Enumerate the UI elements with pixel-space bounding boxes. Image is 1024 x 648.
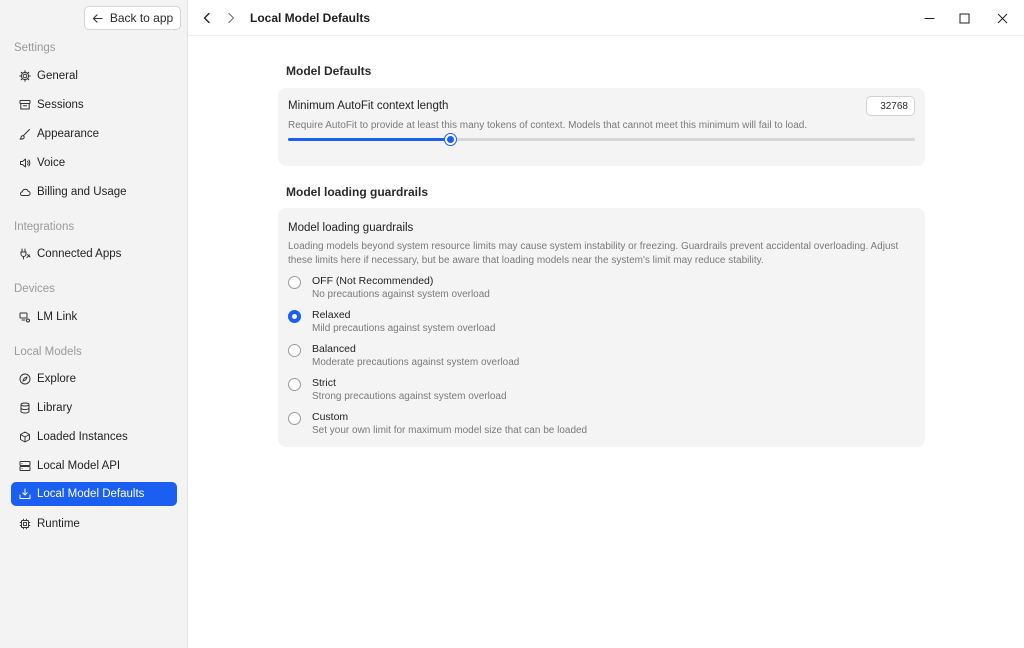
slider-thumb[interactable]	[445, 134, 457, 145]
minimize-icon	[924, 17, 934, 19]
guardrails-description-line2: these limits here if necessary, but be a…	[288, 255, 764, 266]
autofit-context-input[interactable]	[866, 96, 915, 116]
cube-icon	[20, 431, 30, 443]
sidebar-item-billing[interactable]: Billing and Usage	[11, 180, 177, 204]
compass-icon	[19, 373, 31, 385]
autofit-title: Minimum AutoFit context length	[288, 100, 449, 112]
close-icon	[997, 13, 1007, 23]
sidebar-item-sessions[interactable]: Sessions	[11, 93, 177, 117]
chevron-right-icon	[228, 12, 235, 24]
radio-description: No precautions against system overload	[312, 289, 490, 300]
sidebar-item-label: General	[37, 70, 78, 82]
radio-button[interactable]	[288, 344, 301, 357]
sidebar-item-appearance[interactable]: Appearance	[11, 122, 177, 146]
sidebar-item-label: Appearance	[37, 128, 100, 140]
tray-download-icon	[19, 488, 31, 499]
guardrails-card: Model loading guardrails Loading models …	[278, 208, 925, 447]
sidebar-item-label: Connected Apps	[37, 248, 122, 260]
radio-button[interactable]	[288, 412, 301, 425]
sidebar-item-runtime[interactable]: Runtime	[11, 512, 177, 536]
sidebar-item-label: Loaded Instances	[37, 431, 128, 443]
back-to-app-label: Back to app	[109, 11, 174, 25]
sidebar-item-label: Local Model Defaults	[37, 488, 145, 500]
guardrails-description-line1: Loading models beyond system resource li…	[288, 241, 899, 252]
sidebar-item-explore[interactable]: Explore	[11, 367, 177, 391]
title-bar: Local Model Defaults	[188, 0, 1024, 36]
sidebar-item-loaded-instances[interactable]: Loaded Instances	[11, 425, 177, 449]
sidebar-item-label: Explore	[37, 373, 76, 385]
brush-icon	[19, 129, 30, 140]
radio-strict[interactable]: Strict Strong precautions against system…	[286, 376, 906, 406]
autofit-description: Require AutoFit to provide at least this…	[288, 120, 808, 131]
radio-label: Custom	[312, 411, 349, 423]
plug-icon	[20, 248, 31, 260]
maximize-button[interactable]	[949, 6, 979, 30]
devices-link-icon	[19, 312, 31, 323]
radio-description: Moderate precautions against system over…	[312, 357, 520, 368]
guardrails-card-title: Model loading guardrails	[288, 222, 414, 234]
sidebar-item-lm-link[interactable]: LM Link	[11, 305, 177, 329]
radio-button[interactable]	[288, 378, 301, 391]
radio-custom[interactable]: Custom Set your own limit for maximum mo…	[286, 410, 906, 440]
radio-description: Set your own limit for maximum model siz…	[312, 425, 588, 436]
radio-description: Mild precautions against system overload	[312, 323, 496, 334]
close-button[interactable]	[987, 6, 1017, 30]
back-nav-button[interactable]	[198, 9, 216, 27]
sidebar-item-label: Library	[37, 402, 73, 414]
page-title: Local Model Defaults	[250, 11, 371, 25]
gear-icon	[19, 70, 31, 82]
sidebar-item-label: LM Link	[37, 311, 78, 323]
forward-nav-button[interactable]	[222, 9, 240, 27]
chevron-left-icon	[203, 12, 210, 24]
radio-button[interactable]	[288, 310, 301, 323]
sidebar-item-label: Runtime	[37, 518, 80, 530]
speaker-icon	[20, 158, 31, 168]
section-label-devices: Devices	[14, 283, 55, 295]
sidebar-item-label: Sessions	[37, 99, 84, 111]
radio-off[interactable]: OFF (Not Recommended) No precautions aga…	[286, 274, 906, 304]
autofit-slider[interactable]	[288, 134, 915, 145]
sidebar-item-general[interactable]: General	[11, 64, 177, 88]
radio-label: Relaxed	[312, 309, 351, 321]
radio-relaxed[interactable]: Relaxed Mild precautions against system …	[286, 308, 906, 338]
slider-fill	[288, 138, 451, 141]
radio-balanced[interactable]: Balanced Moderate precautions against sy…	[286, 342, 906, 372]
maximize-icon	[959, 13, 969, 23]
chip-icon	[19, 518, 31, 530]
server-icon	[19, 461, 31, 471]
radio-label: Balanced	[312, 343, 356, 355]
cloud-icon	[20, 188, 31, 196]
sidebar-item-local-model-api[interactable]: Local Model API	[11, 454, 177, 478]
database-icon	[20, 402, 30, 414]
sidebar: Back to app Settings General Sessions Ap…	[0, 0, 188, 648]
autofit-card: Minimum AutoFit context length Require A…	[278, 88, 925, 166]
arrow-left-icon	[92, 13, 103, 23]
model-defaults-heading: Model Defaults	[286, 64, 372, 78]
sidebar-item-label: Voice	[37, 157, 66, 169]
section-label-local-models: Local Models	[14, 346, 82, 358]
sidebar-item-voice[interactable]: Voice	[11, 151, 177, 175]
sidebar-item-label: Local Model API	[37, 460, 121, 472]
section-label-integrations: Integrations	[14, 221, 75, 233]
radio-button[interactable]	[288, 276, 301, 289]
radio-description: Strong precautions against system overlo…	[312, 391, 507, 402]
minimize-button[interactable]	[914, 6, 944, 30]
sidebar-item-library[interactable]: Library	[11, 396, 177, 420]
sidebar-item-local-model-defaults[interactable]: Local Model Defaults	[11, 482, 177, 506]
radio-label: OFF (Not Recommended)	[312, 275, 434, 287]
back-to-app-button[interactable]: Back to app	[84, 6, 181, 30]
guardrails-heading: Model loading guardrails	[286, 185, 429, 199]
sidebar-item-connected-apps[interactable]: Connected Apps	[11, 242, 177, 266]
radio-label: Strict	[312, 377, 336, 389]
archive-icon	[19, 100, 31, 110]
section-label-settings: Settings	[14, 42, 56, 54]
sidebar-item-label: Billing and Usage	[37, 186, 127, 198]
